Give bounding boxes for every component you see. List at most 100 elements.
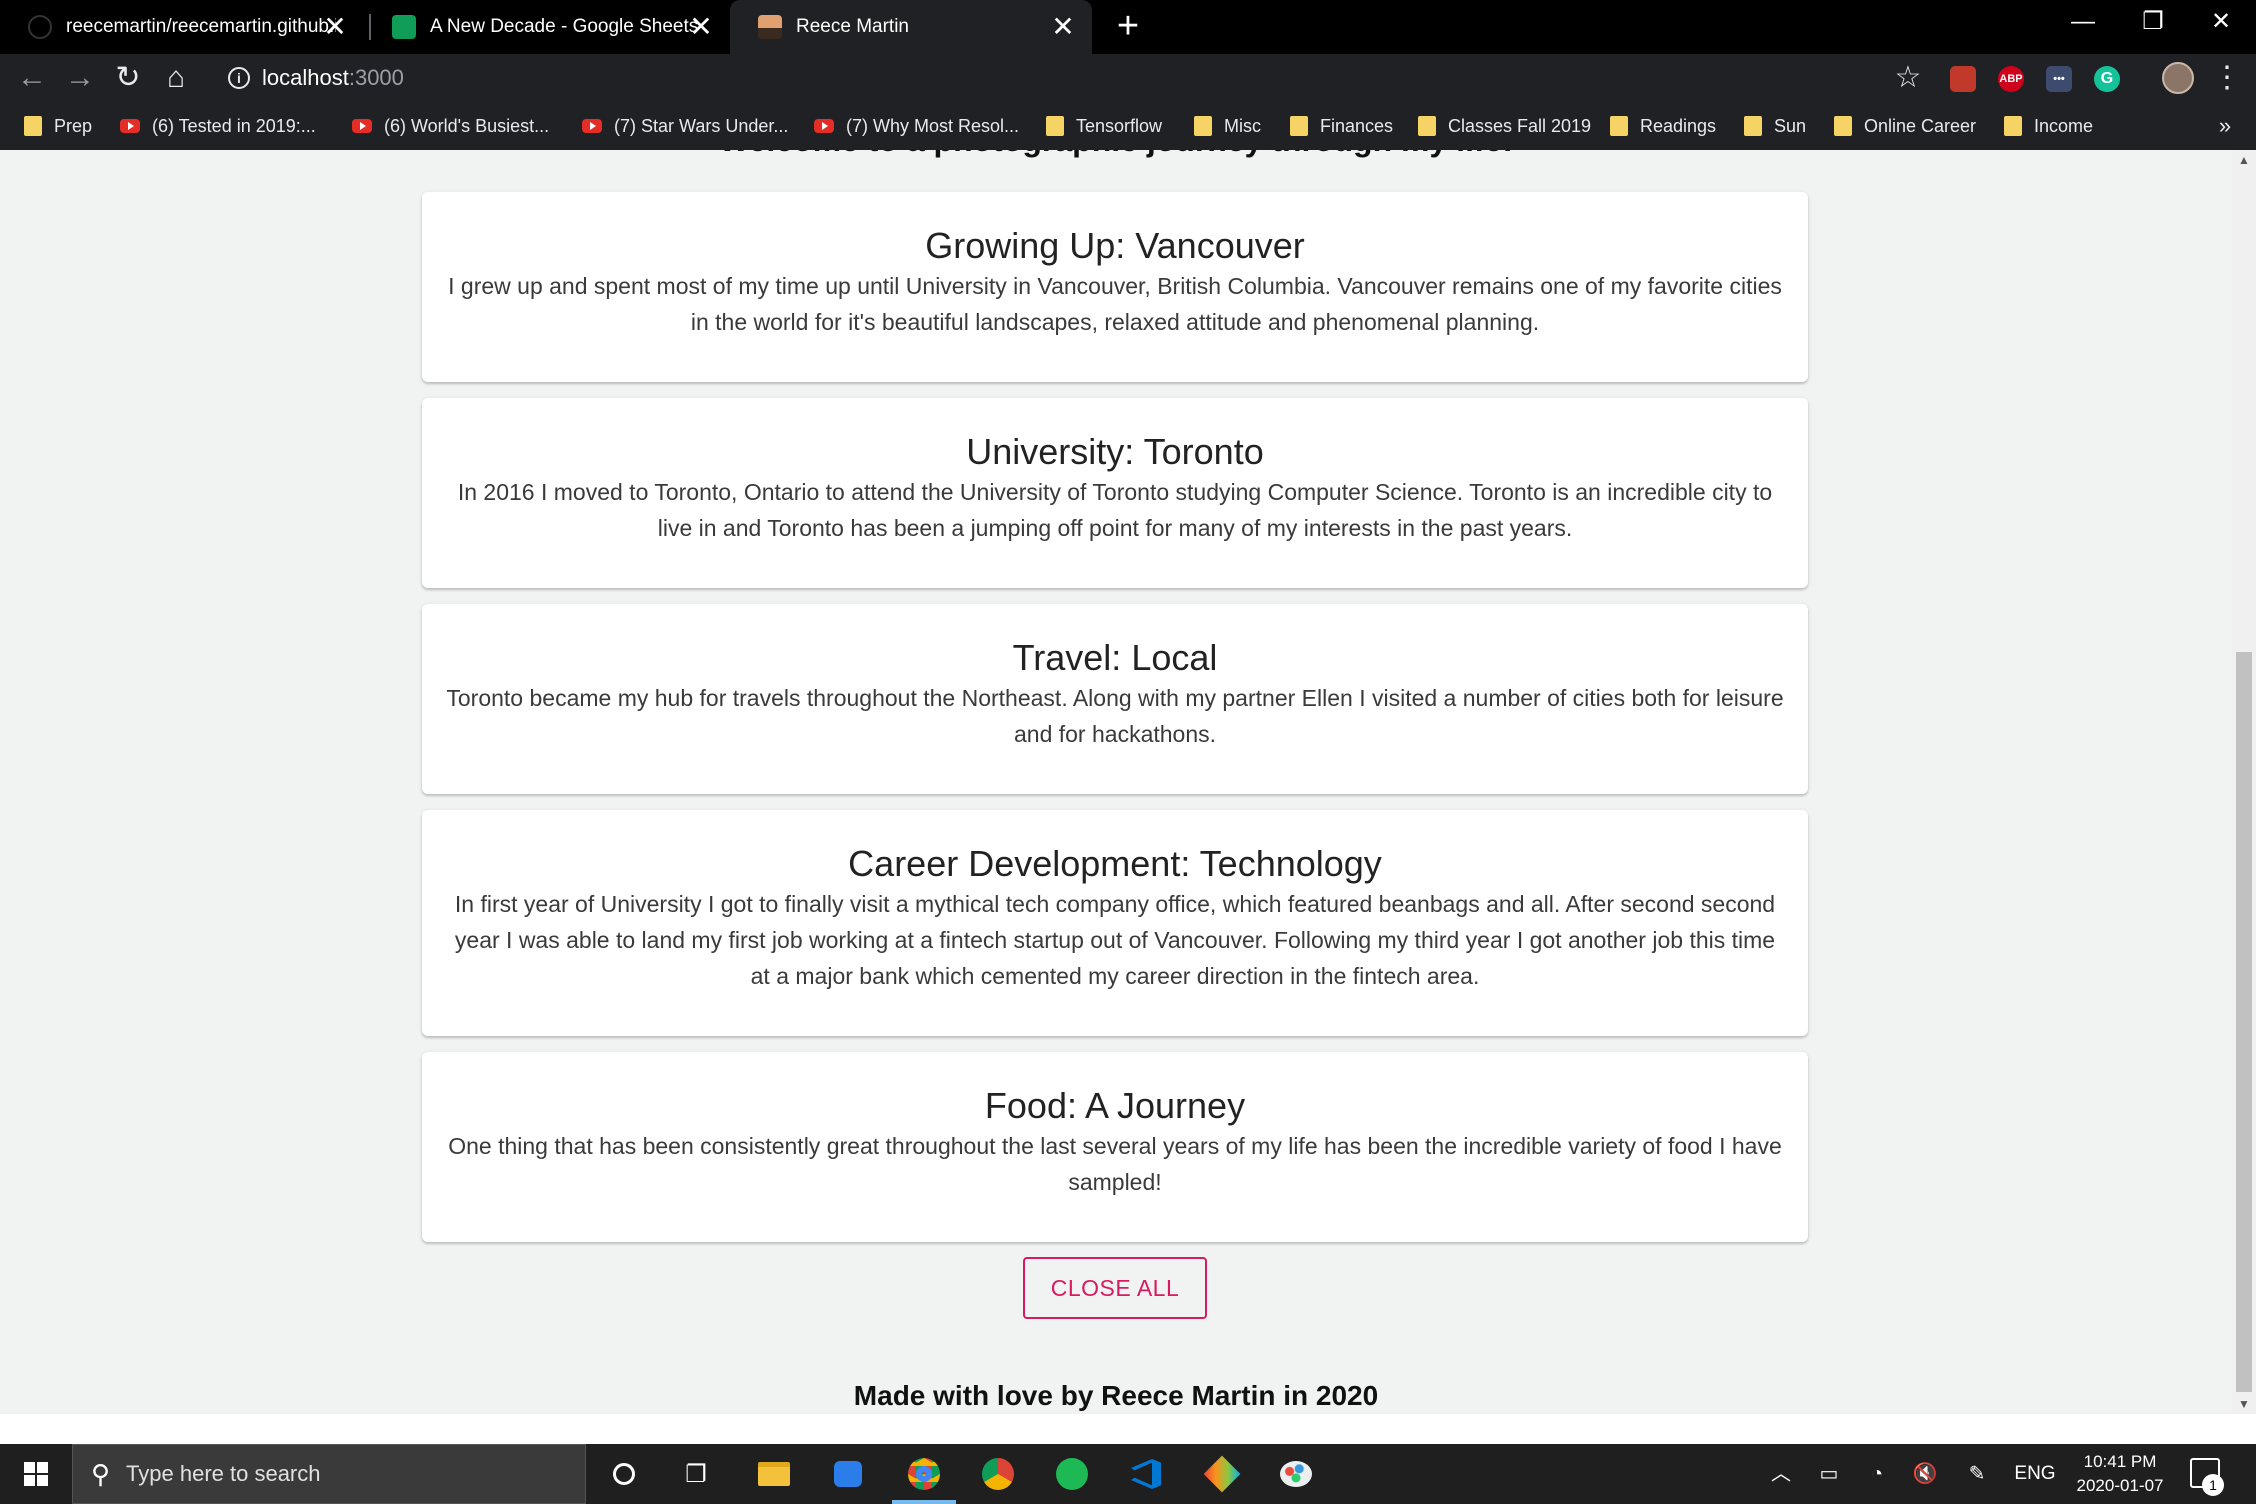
story-card[interactable]: University: Toronto In 2016 I moved to T… [422, 398, 1808, 588]
scroll-up-icon[interactable]: ▲ [2232, 150, 2256, 170]
paint-icon[interactable] [1274, 1452, 1318, 1496]
active-app-indicator [892, 1500, 956, 1504]
back-button[interactable]: ← [12, 58, 52, 98]
bookmark-star-icon[interactable]: ☆ [1888, 58, 1928, 98]
bookmark-item[interactable]: (6) World's Busiest... [352, 112, 549, 140]
start-logo-pane [24, 1462, 35, 1473]
language-indicator[interactable]: ENG [2010, 1444, 2060, 1504]
tray-overflow-icon[interactable]: ︿ [1766, 1444, 1796, 1504]
folder-icon [24, 116, 42, 136]
adblock-plus-icon[interactable]: ABP [1998, 66, 2024, 92]
bookmark-label: Readings [1640, 115, 1717, 136]
messaging-icon[interactable] [826, 1452, 870, 1496]
tab-close-icon[interactable]: ✕ [1048, 12, 1078, 42]
taskbar-search[interactable]: ⚲ Type here to search [72, 1444, 586, 1504]
tab-close-icon[interactable]: ✕ [686, 12, 716, 42]
grammarly-icon[interactable]: G [2094, 66, 2120, 92]
story-card[interactable]: Travel: Local Toronto became my hub for … [422, 604, 1808, 794]
page-viewport: Welcome to a photographic journey throug… [0, 150, 2256, 1414]
vscode-icon[interactable] [1124, 1452, 1168, 1496]
address-bar[interactable]: i localhost:3000 [212, 59, 1922, 97]
page-bottom-strip [0, 1414, 2256, 1444]
clock-time: 10:41 PM [2083, 1452, 2157, 1471]
tab-reece-martin[interactable]: Reece Martin ✕ [730, 0, 1092, 54]
clock-date: 2020-01-07 [2076, 1476, 2164, 1495]
reload-button[interactable]: ↻ [108, 58, 148, 98]
folder-icon [1418, 116, 1436, 136]
bookmark-item[interactable]: (7) Why Most Resol... [814, 112, 1019, 140]
vertical-scrollbar[interactable]: ▲ ▼ [2232, 150, 2256, 1414]
bookmark-item[interactable]: Income [2004, 112, 2093, 140]
bookmark-item[interactable]: Sun [1744, 112, 1806, 140]
page-heading: Welcome to a photographic journey throug… [0, 150, 2232, 159]
forward-button[interactable]: → [60, 58, 100, 98]
browser-toolbar: ← → ↻ ⌂ i localhost:3000 ☆ ABP ••• G ⋮ [0, 54, 2256, 102]
profile-avatar[interactable] [2162, 62, 2194, 94]
bookmark-label: (7) Star Wars Under... [614, 115, 789, 136]
extension-dots-icon[interactable]: ••• [2046, 66, 2072, 92]
bookmark-item[interactable]: Finances [1290, 112, 1393, 140]
bookmark-item[interactable]: Classes Fall 2019 [1418, 112, 1591, 140]
bookmarks-overflow-icon[interactable]: » [2210, 112, 2240, 140]
tab-title: Reece Martin [796, 16, 909, 37]
bookmarks-bar: Prep (6) Tested in 2019:... (6) World's … [0, 102, 2256, 150]
card-title: Growing Up: Vancouver [925, 225, 1305, 266]
address-host: localhost [262, 65, 349, 90]
card-body: In 2016 I moved to Toronto, Ontario to a… [457, 479, 1773, 541]
chrome-icon[interactable] [902, 1452, 946, 1496]
tab-strip: reecemartin/reecemartin.github.i ✕ A New… [0, 0, 2256, 54]
story-card[interactable]: Career Development: Technology In first … [422, 810, 1808, 1036]
minimize-button[interactable]: — [2048, 0, 2118, 44]
card-title: Career Development: Technology [848, 843, 1382, 884]
story-card[interactable]: Growing Up: Vancouver I grew up and spen… [422, 192, 1808, 382]
file-explorer-icon[interactable] [752, 1452, 796, 1496]
site-info-icon[interactable]: i [228, 67, 250, 89]
bookmark-item[interactable]: Misc [1194, 112, 1261, 140]
scroll-down-icon[interactable]: ▼ [2232, 1394, 2256, 1414]
home-button[interactable]: ⌂ [156, 58, 196, 98]
folder-icon [1194, 116, 1212, 136]
bookmark-item[interactable]: Prep [24, 112, 92, 140]
tab-google-sheets[interactable]: A New Decade - Google Sheets ✕ [364, 0, 730, 54]
battery-icon[interactable]: ▭ [1814, 1444, 1844, 1504]
windows-start-icon[interactable] [0, 1444, 72, 1504]
task-view-icon[interactable]: ❐ [674, 1452, 718, 1496]
spotify-icon[interactable] [1050, 1452, 1094, 1496]
extension-icon[interactable] [1950, 66, 1976, 92]
cortana-icon[interactable] [602, 1452, 646, 1496]
card-body: Toronto became my hub for travels throug… [446, 685, 1784, 747]
restore-button[interactable]: ❐ [2118, 0, 2188, 44]
volume-muted-icon[interactable]: 🔇 [1910, 1444, 1940, 1504]
new-tab-button[interactable]: + [1108, 6, 1148, 46]
close-all-button[interactable]: CLOSE ALL [1023, 1257, 1207, 1319]
tab-github[interactable]: reecemartin/reecemartin.github.i ✕ [0, 0, 364, 54]
bookmark-item[interactable]: Tensorflow [1046, 112, 1162, 140]
bookmark-label: Prep [54, 115, 93, 136]
wifi-icon[interactable]: ◔ [1862, 1444, 1892, 1504]
chrome-icon[interactable] [976, 1452, 1020, 1496]
folder-icon [1744, 116, 1762, 136]
folder-icon [1834, 116, 1852, 136]
bookmark-item[interactable]: Readings [1610, 112, 1716, 140]
bookmark-item[interactable]: Online Career [1834, 112, 1976, 140]
pen-icon[interactable]: ✎ [1962, 1444, 1992, 1504]
scrollbar-thumb[interactable] [2236, 652, 2252, 1392]
bookmark-label: Misc [1224, 115, 1261, 136]
google-sheets-icon [392, 15, 416, 39]
github-icon [28, 15, 52, 39]
site-favicon [758, 15, 782, 39]
youtube-icon [352, 119, 372, 133]
bookmark-label: Finances [1320, 115, 1394, 136]
folder-icon [1046, 116, 1064, 136]
close-window-button[interactable]: ✕ [2186, 0, 2256, 44]
tab-close-icon[interactable]: ✕ [320, 12, 350, 42]
address-port: :3000 [348, 65, 404, 90]
search-placeholder: Type here to search [126, 1461, 321, 1486]
bookmark-label: Tensorflow [1076, 115, 1163, 136]
browser-menu-icon[interactable]: ⋮ [2212, 58, 2242, 98]
bookmark-item[interactable]: (6) Tested in 2019:... [120, 112, 316, 140]
git-icon[interactable] [1200, 1452, 1244, 1496]
bookmark-item[interactable]: (7) Star Wars Under... [582, 112, 788, 140]
story-card[interactable]: Food: A Journey One thing that has been … [422, 1052, 1808, 1242]
system-clock[interactable]: 10:41 PM 2020-01-07 [2060, 1450, 2180, 1498]
